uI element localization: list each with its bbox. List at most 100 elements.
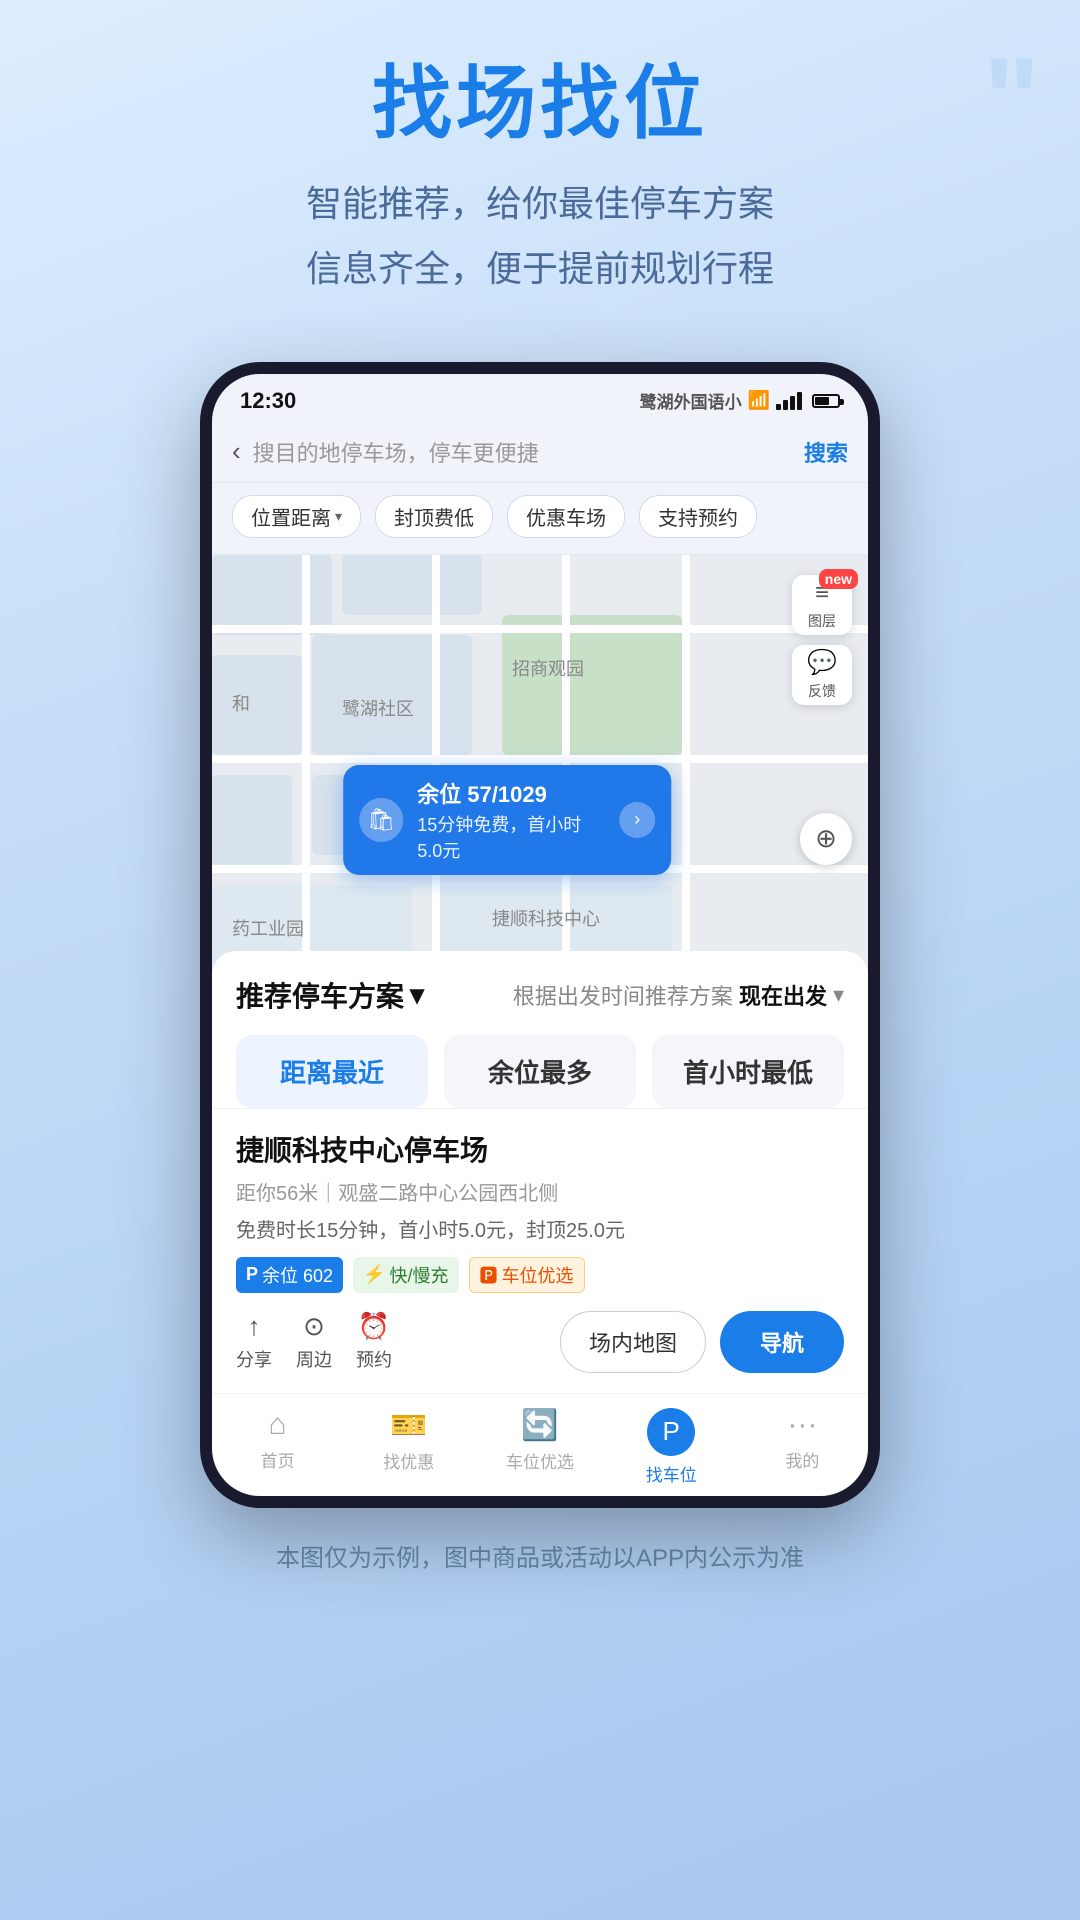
watermark-decoration: ": [983, 40, 1040, 160]
map-bottom-label: 捷顺科技中心: [492, 905, 600, 931]
share-label: 分享: [236, 1346, 272, 1372]
filter-discount[interactable]: 优惠车场: [507, 495, 625, 538]
discount-icon: 🎫: [390, 1408, 427, 1443]
map-layer-button[interactable]: new ≡ 图层: [792, 575, 852, 635]
parking-actions: ↑ 分享 ⊙ 周边 ⏰ 预约 场内地图 导航: [236, 1311, 844, 1373]
parking-price-info: 免费时长15分钟，首小时5.0元，封顶25.0元: [236, 1214, 844, 1243]
parking-tags: P 余位 602 ⚡ 快/慢充 🅿 车位优选: [236, 1257, 844, 1293]
popup-info: 余位 57/1029 15分钟免费，首小时5.0元: [417, 777, 605, 863]
filter-price[interactable]: 封顶费低: [375, 495, 493, 538]
sort-tabs: 距离最近 余位最多 首小时最低: [236, 1035, 844, 1108]
road-v: [682, 555, 690, 975]
map-block: [342, 555, 482, 615]
reserve-icon: ⏰: [358, 1311, 390, 1342]
nav-spots[interactable]: 🔄 车位优选: [474, 1408, 605, 1486]
signal-bars: [776, 392, 802, 410]
filter-location-label: 位置距离: [251, 502, 331, 531]
search-input[interactable]: 搜目的地停车场，停车更便捷: [253, 436, 792, 468]
footer-note-text: 本图仅为示例，图中商品或活动以APP内公示为准: [276, 1545, 804, 1572]
feedback-label: 反馈: [808, 681, 836, 701]
home-icon: ⌂: [269, 1408, 287, 1442]
filter-reserve[interactable]: 支持预约: [639, 495, 757, 538]
nav-spots-label: 车位优选: [506, 1448, 574, 1473]
sort-tab-price-label: 首小时最低: [683, 1058, 813, 1088]
carrier-label: 鹭湖外国语小: [640, 388, 742, 413]
feedback-icon: 💬: [807, 648, 837, 677]
chevron-down-small-icon: ▾: [833, 982, 844, 1008]
phone-mockup-wrapper: 12:30 鹭湖外国语小 📶 ‹ 搜目的地停车场，停车更便捷 搜索: [0, 362, 1080, 1508]
navigate-button[interactable]: 导航: [720, 1311, 844, 1373]
recommend-header: 推荐停车方案 ▾ 根据出发时间推荐方案 现在出发 ▾: [236, 975, 844, 1015]
filter-price-label: 封顶费低: [394, 502, 474, 531]
map-area: 鹭湖社区 招商观园 捷顺科技中心 和 药工业园 🛍 余位 57/1029 15分…: [212, 555, 868, 975]
battery-icon: [812, 394, 840, 408]
nav-profile-label: 我的: [785, 1447, 819, 1472]
parking-tag-select: 🅿 车位优选: [469, 1257, 585, 1293]
popup-promo: 15分钟免费，首小时5.0元: [417, 811, 605, 863]
select-text: 车位优选: [502, 1262, 574, 1288]
filter-location[interactable]: 位置距离 ▾: [232, 495, 361, 538]
status-time: 12:30: [240, 388, 296, 414]
p-icon: P: [246, 1264, 258, 1285]
time-label-text: 根据出发时间推荐方案: [513, 979, 733, 1011]
map-feedback-button[interactable]: 💬 反馈: [792, 645, 852, 705]
map-popup[interactable]: 🛍 余位 57/1029 15分钟免费，首小时5.0元 ›: [343, 765, 671, 875]
locate-button[interactable]: ⊕: [800, 813, 852, 865]
nav-find-parking[interactable]: P 找车位: [606, 1408, 737, 1486]
popup-spaces: 余位 57/1029: [417, 777, 605, 809]
map-block: [212, 555, 332, 635]
new-badge: new: [819, 569, 858, 589]
map-block-green: [502, 615, 682, 755]
recommend-title-text: 推荐停车方案: [236, 975, 404, 1015]
share-icon: ↑: [248, 1311, 261, 1342]
profile-icon: ···: [787, 1408, 817, 1442]
map-controls: new ≡ 图层 💬 反馈: [792, 575, 852, 705]
nav-profile[interactable]: ··· 我的: [737, 1408, 868, 1486]
select-icon: 🅿: [480, 1262, 498, 1288]
nav-findparking-label: 找车位: [646, 1461, 697, 1486]
time-value: 现在出发: [739, 979, 827, 1011]
status-right: 鹭湖外国语小 📶: [640, 388, 840, 413]
reserve-label: 预约: [356, 1346, 392, 1372]
chevron-down-icon: ▾: [410, 978, 424, 1011]
filter-row: 位置距离 ▾ 封顶费低 优惠车场 支持预约: [212, 483, 868, 555]
status-bar: 12:30 鹭湖外国语小 📶: [212, 374, 868, 422]
nav-discount-label: 找优惠: [383, 1448, 434, 1473]
search-bar: ‹ 搜目的地停车场，停车更便捷 搜索: [212, 422, 868, 483]
parking-tag-spaces: P 余位 602: [236, 1257, 343, 1293]
nav-discount[interactable]: 🎫 找优惠: [343, 1408, 474, 1486]
parking-detail-card: 捷顺科技中心停车场 距你56米｜观盛二路中心公园西北侧 免费时长15分钟，首小时…: [212, 1108, 868, 1393]
recommend-time: 根据出发时间推荐方案 现在出发 ▾: [513, 979, 844, 1011]
action-nearby[interactable]: ⊙ 周边: [296, 1311, 332, 1372]
popup-arrow-icon[interactable]: ›: [619, 802, 655, 838]
search-button[interactable]: 搜索: [804, 436, 848, 468]
map-block: [212, 655, 302, 755]
road-h: [212, 625, 868, 633]
nearby-icon: ⊙: [303, 1311, 325, 1342]
indoor-map-button[interactable]: 场内地图: [560, 1311, 706, 1373]
action-buttons: 场内地图 导航: [560, 1311, 844, 1373]
page-subtitle: 智能推荐，给你最佳停车方案 信息齐全，便于提前规划行程: [40, 172, 1040, 302]
map-block: [212, 775, 292, 865]
bottom-nav: ⌂ 首页 🎫 找优惠 🔄 车位优选 P 找车位 ··· 我的: [212, 1393, 868, 1496]
nearby-label: 周边: [296, 1346, 332, 1372]
recommend-title: 推荐停车方案 ▾: [236, 975, 424, 1015]
nav-home[interactable]: ⌂ 首页: [212, 1408, 343, 1486]
back-button[interactable]: ‹: [232, 436, 241, 467]
charge-icon: ⚡: [363, 1264, 385, 1285]
page-header: 找场找位 智能推荐，给你最佳停车方案 信息齐全，便于提前规划行程: [0, 0, 1080, 332]
sort-tab-spaces[interactable]: 余位最多: [444, 1035, 636, 1108]
sort-tab-spaces-label: 余位最多: [488, 1058, 592, 1088]
nav-home-label: 首页: [261, 1447, 295, 1472]
sort-tab-distance[interactable]: 距离最近: [236, 1035, 428, 1108]
action-reserve[interactable]: ⏰ 预约: [356, 1311, 392, 1372]
road-h: [212, 755, 868, 763]
footer-note: 本图仅为示例，图中商品或活动以APP内公示为准: [0, 1508, 1080, 1613]
layer-label: 图层: [808, 611, 836, 631]
sort-tab-price[interactable]: 首小时最低: [652, 1035, 844, 1108]
parking-address: 距你56米｜观盛二路中心公园西北侧: [236, 1177, 844, 1206]
action-share[interactable]: ↑ 分享: [236, 1311, 272, 1372]
spaces-text: 余位 602: [262, 1262, 333, 1288]
map-community-label: 鹭湖社区: [342, 695, 414, 721]
map-bottomleft-label: 药工业园: [232, 915, 304, 941]
